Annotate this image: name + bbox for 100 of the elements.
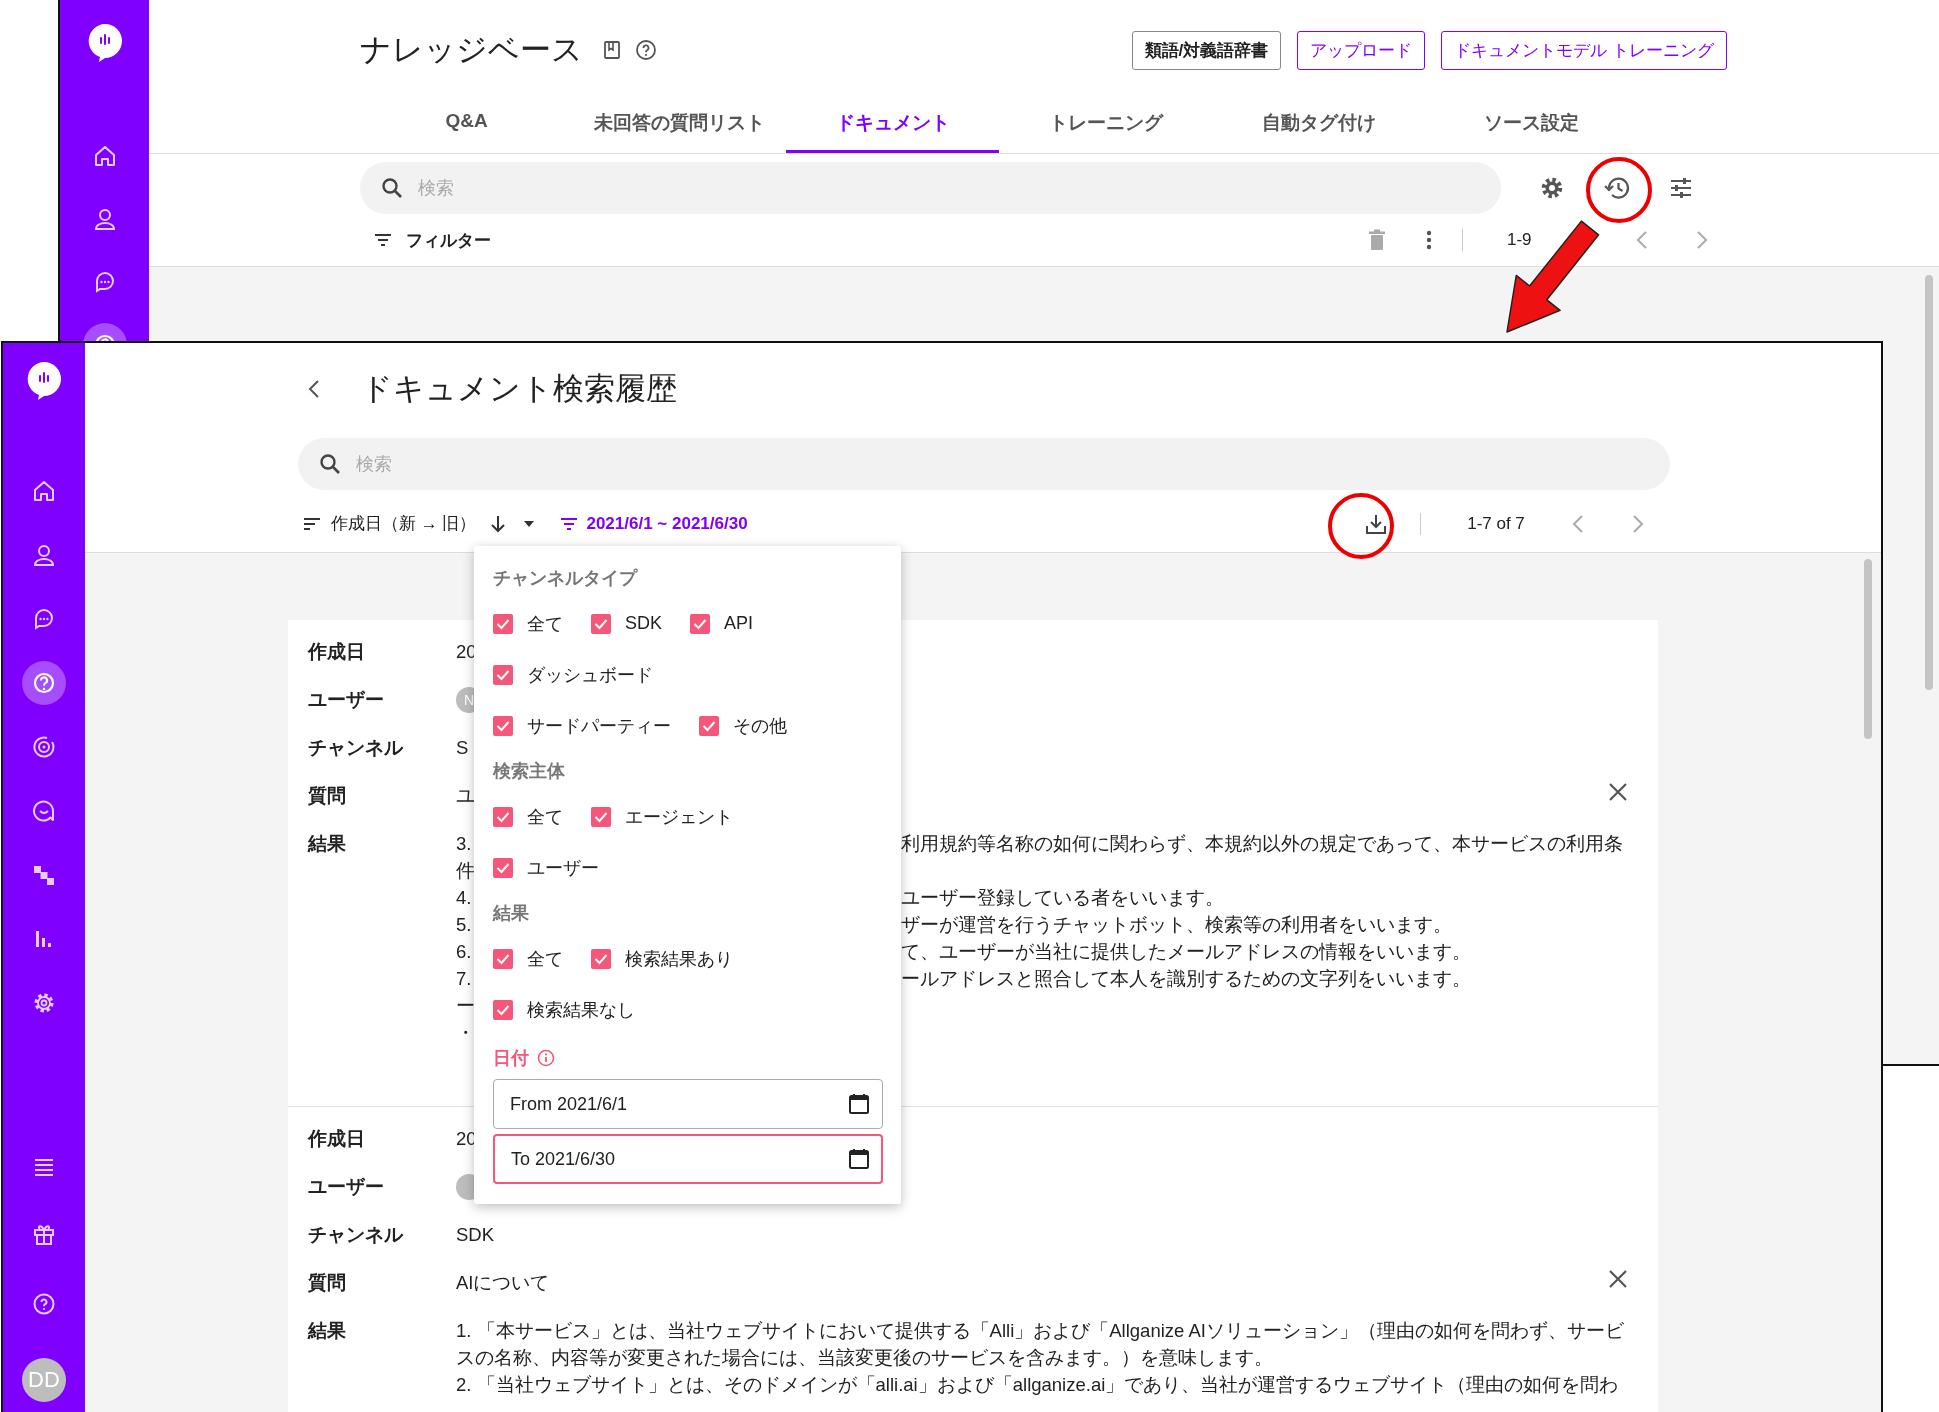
next-icon[interactable] — [1695, 229, 1709, 251]
checkbox-label[interactable]: 検索結果あり — [625, 946, 733, 971]
date-field[interactable]: To 2021/6/30 — [493, 1134, 883, 1184]
help-icon[interactable] — [22, 661, 66, 705]
search-field[interactable]: 検索 — [360, 162, 1501, 214]
checkmark-icon — [594, 617, 608, 630]
checkmark-icon — [496, 952, 510, 965]
header-button[interactable]: アップロード — [1297, 30, 1426, 70]
tab[interactable]: ソース設定 — [1425, 98, 1638, 153]
arrow-down-icon[interactable] — [490, 513, 507, 534]
result-text: て、ユーザーが当社に提供したメールアドレスの情報をいいます。 — [901, 940, 1472, 964]
more-icon[interactable] — [1426, 230, 1432, 250]
result-text: 6. — [456, 940, 473, 964]
previous-icon[interactable] — [1635, 229, 1649, 251]
info-icon[interactable] — [537, 1049, 555, 1067]
checkbox[interactable] — [493, 613, 513, 634]
pagination-text: 1-7 of 7 — [1466, 513, 1526, 534]
tab[interactable]: トレーニング — [999, 98, 1212, 153]
settings-icon[interactable] — [1539, 175, 1565, 201]
result-text: ・ — [456, 1021, 475, 1045]
checkmark-icon — [496, 810, 510, 823]
checkmark-icon — [693, 617, 707, 630]
checkbox-label[interactable]: 全て — [527, 946, 563, 971]
tab[interactable]: Q&A — [360, 98, 573, 153]
checkbox[interactable] — [591, 948, 611, 969]
checkmark-icon — [496, 668, 510, 681]
checkbox-label[interactable]: 全て — [527, 804, 563, 829]
result-text: 5. — [456, 913, 473, 937]
field-value: S — [456, 737, 469, 758]
date-filter[interactable]: 2021/6/1 ~ 2021/6/30 — [586, 513, 748, 534]
checkbox-label[interactable]: API — [724, 613, 754, 634]
search-field[interactable]: 検索 — [298, 438, 1670, 490]
sort-icon[interactable] — [303, 516, 321, 531]
checkbox-label[interactable]: ユーザー — [527, 855, 599, 880]
checkbox-label[interactable]: SDK — [625, 613, 662, 634]
checkbox-label[interactable]: その他 — [733, 713, 787, 738]
checkbox[interactable] — [690, 613, 710, 634]
highlight-circle — [1328, 493, 1394, 559]
checkbox-label[interactable]: エージェント — [625, 804, 733, 829]
section-title: 結果 — [493, 902, 530, 925]
previous-icon[interactable] — [1571, 512, 1585, 535]
result-text: 7. — [456, 967, 473, 991]
filter-icon[interactable] — [560, 516, 579, 531]
checkbox[interactable] — [493, 715, 513, 736]
section-title: 検索主体 — [493, 760, 566, 783]
field-value: AIについて — [456, 1272, 550, 1293]
checkbox-label[interactable]: サードパーティー — [527, 713, 671, 738]
checkbox[interactable] — [591, 613, 611, 634]
result-text: 4. — [456, 886, 473, 910]
checkmark-icon — [496, 617, 510, 630]
trash-icon[interactable] — [1368, 229, 1386, 251]
tab[interactable]: 自動タグ付け — [1212, 98, 1425, 153]
scrollbar-thumb[interactable] — [1864, 559, 1872, 739]
tab[interactable]: 未回答の質問リスト — [573, 98, 786, 153]
filter-icon[interactable] — [374, 233, 392, 247]
result-text: 3. — [456, 832, 473, 856]
checkbox[interactable] — [493, 948, 513, 969]
checkmark-icon — [496, 719, 510, 732]
gift-icon[interactable] — [32, 1222, 56, 1246]
close-icon[interactable] — [1608, 782, 1628, 802]
checkbox[interactable] — [493, 857, 513, 878]
scrollbar-thumb[interactable] — [1925, 275, 1933, 690]
checkbox[interactable] — [591, 806, 611, 827]
checkbox[interactable] — [493, 999, 513, 1020]
header-button[interactable]: ドキュメントモデル トレーニング — [1441, 30, 1727, 70]
search-icon — [318, 452, 342, 476]
field-label: ユーザー — [308, 1175, 385, 1199]
page-title: ナレッジベース — [360, 31, 583, 69]
checkbox[interactable] — [493, 806, 513, 827]
sort-label[interactable]: 作成日（新 → 旧） — [331, 512, 477, 535]
tab[interactable]: ドキュメント — [786, 98, 999, 153]
pagination-text: 1-9 — [1507, 230, 1533, 250]
history-icon[interactable] — [1603, 175, 1631, 201]
field-value: ユ — [456, 785, 475, 806]
checkbox-label[interactable]: ダッシュボード — [527, 662, 653, 687]
help-icon[interactable] — [635, 39, 657, 61]
field-value: SDK — [456, 1224, 495, 1245]
close-icon[interactable] — [1608, 1269, 1628, 1289]
back-icon[interactable] — [307, 378, 321, 400]
next-icon[interactable] — [1631, 512, 1645, 535]
caret-icon[interactable] — [524, 520, 535, 527]
calendar-icon[interactable] — [848, 1148, 870, 1170]
field-label: チャンネル — [308, 736, 404, 760]
menu-icon[interactable] — [33, 1158, 55, 1176]
header-button[interactable]: 類語/対義語辞書 — [1131, 30, 1282, 70]
filter-label[interactable]: フィルター — [406, 228, 491, 252]
result-text: スの名称、内容等が変更された場合には、当該変更後のサービスを含みます。）を意味します。 — [456, 1347, 1273, 1368]
checkbox-label[interactable]: 全て — [527, 611, 563, 636]
field-label: チャンネル — [308, 1223, 404, 1247]
field-label: 作成日 — [308, 640, 366, 664]
book-icon[interactable] — [603, 40, 621, 60]
checkbox[interactable] — [493, 664, 513, 685]
logo-icon[interactable] — [25, 361, 63, 401]
sliders-icon[interactable] — [1669, 177, 1693, 199]
calendar-icon[interactable] — [848, 1093, 870, 1115]
date-field[interactable]: From 2021/6/1 — [493, 1079, 883, 1129]
checkbox-label[interactable]: 検索結果なし — [527, 997, 635, 1022]
field-label: 質問 — [308, 784, 347, 808]
result-text: 1. 「本サービス」とは、当社ウェブサイトにおいて提供する「Alli」および「Allganize AIソリューション」（理由の如何を問わず、サービ — [456, 1320, 1624, 1341]
checkbox[interactable] — [699, 715, 719, 736]
